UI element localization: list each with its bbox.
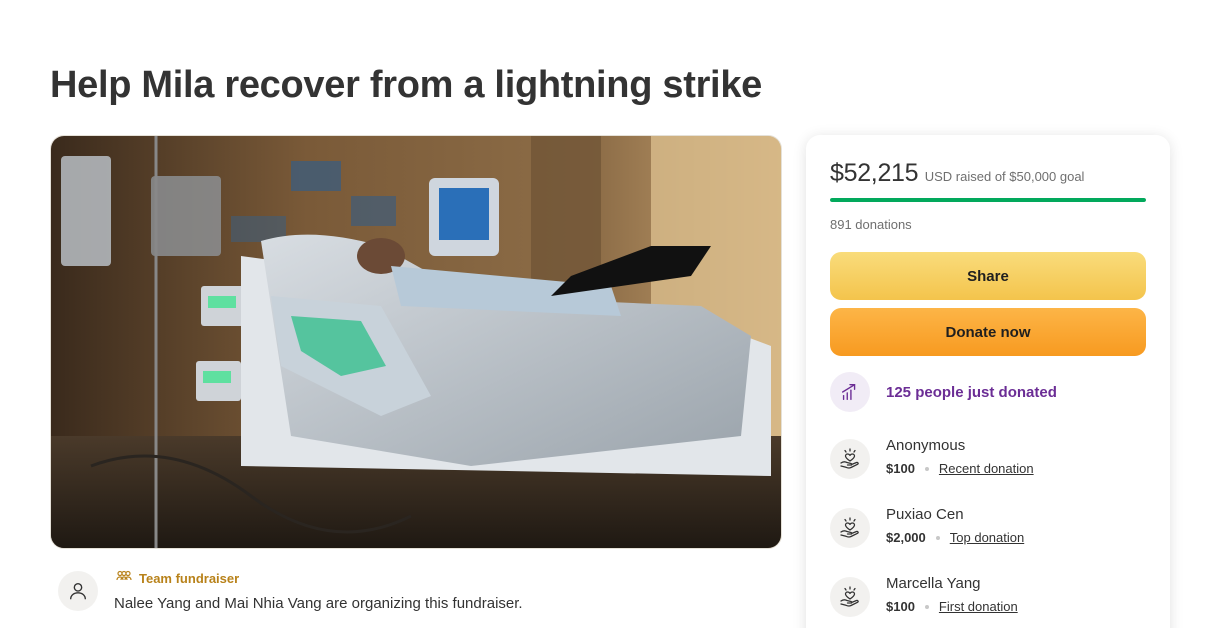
organizer-section: Team fundraiser Nalee Yang and Mai Nhia …: [58, 566, 778, 626]
donor-name: Anonymous: [886, 437, 966, 454]
user-icon: [58, 571, 98, 611]
heart-hand-icon: [830, 439, 870, 479]
separator-dot: [935, 535, 940, 540]
progress-bar-fill: [830, 198, 1146, 202]
progress-bar: [830, 198, 1146, 202]
donor-amount: $100: [886, 599, 915, 614]
donor-name: Marcella Yang: [886, 575, 981, 592]
donation-card: $52,215 USD raised of $50,000 goal 891 d…: [806, 135, 1170, 628]
share-button[interactable]: Share: [830, 252, 1146, 300]
donor-item: Anonymous $100 Recent donation: [830, 437, 1146, 481]
heart-hand-icon: [830, 508, 870, 548]
heart-hand-icon: [830, 577, 870, 617]
trending-up-icon: [830, 372, 870, 412]
top-donation-link[interactable]: Top donation: [950, 530, 1024, 545]
donation-count: 891 donations: [830, 217, 912, 232]
donor-item: Marcella Yang $100 First donation: [830, 575, 1146, 619]
team-fundraiser-label: Team fundraiser: [139, 570, 240, 586]
donor-item: Puxiao Cen $2,000 Top donation: [830, 506, 1146, 550]
fundraiser-hero-image[interactable]: [50, 135, 782, 549]
team-fundraiser-badge: Team fundraiser: [116, 569, 239, 587]
donate-now-button[interactable]: Donate now: [830, 308, 1146, 356]
donor-amount: $100: [886, 461, 915, 476]
amount-raised: $52,215 USD raised of $50,000 goal: [830, 159, 1084, 188]
organizer-text: Nalee Yang and Mai Nhia Vang are organiz…: [114, 595, 523, 612]
donor-name: Puxiao Cen: [886, 506, 964, 523]
recent-donation-link[interactable]: Recent donation: [939, 461, 1034, 476]
donor-meta: $2,000 Top donation: [886, 530, 1024, 545]
donor-meta: $100 Recent donation: [886, 461, 1034, 476]
donor-meta: $100 First donation: [886, 599, 1018, 614]
donor-amount: $2,000: [886, 530, 926, 545]
recent-activity-text: 125 people just donated: [886, 383, 1057, 401]
separator-dot: [924, 604, 929, 609]
separator-dot: [924, 466, 929, 471]
page-title: Help Mila recover from a lightning strik…: [50, 64, 762, 106]
goal-text: USD raised of $50,000 goal: [924, 169, 1085, 184]
hospital-room-photo: [51, 136, 781, 548]
team-icon: [116, 569, 132, 587]
first-donation-link[interactable]: First donation: [939, 599, 1018, 614]
recent-activity: 125 people just donated: [830, 372, 1057, 412]
raised-amount: $52,215: [830, 159, 919, 187]
